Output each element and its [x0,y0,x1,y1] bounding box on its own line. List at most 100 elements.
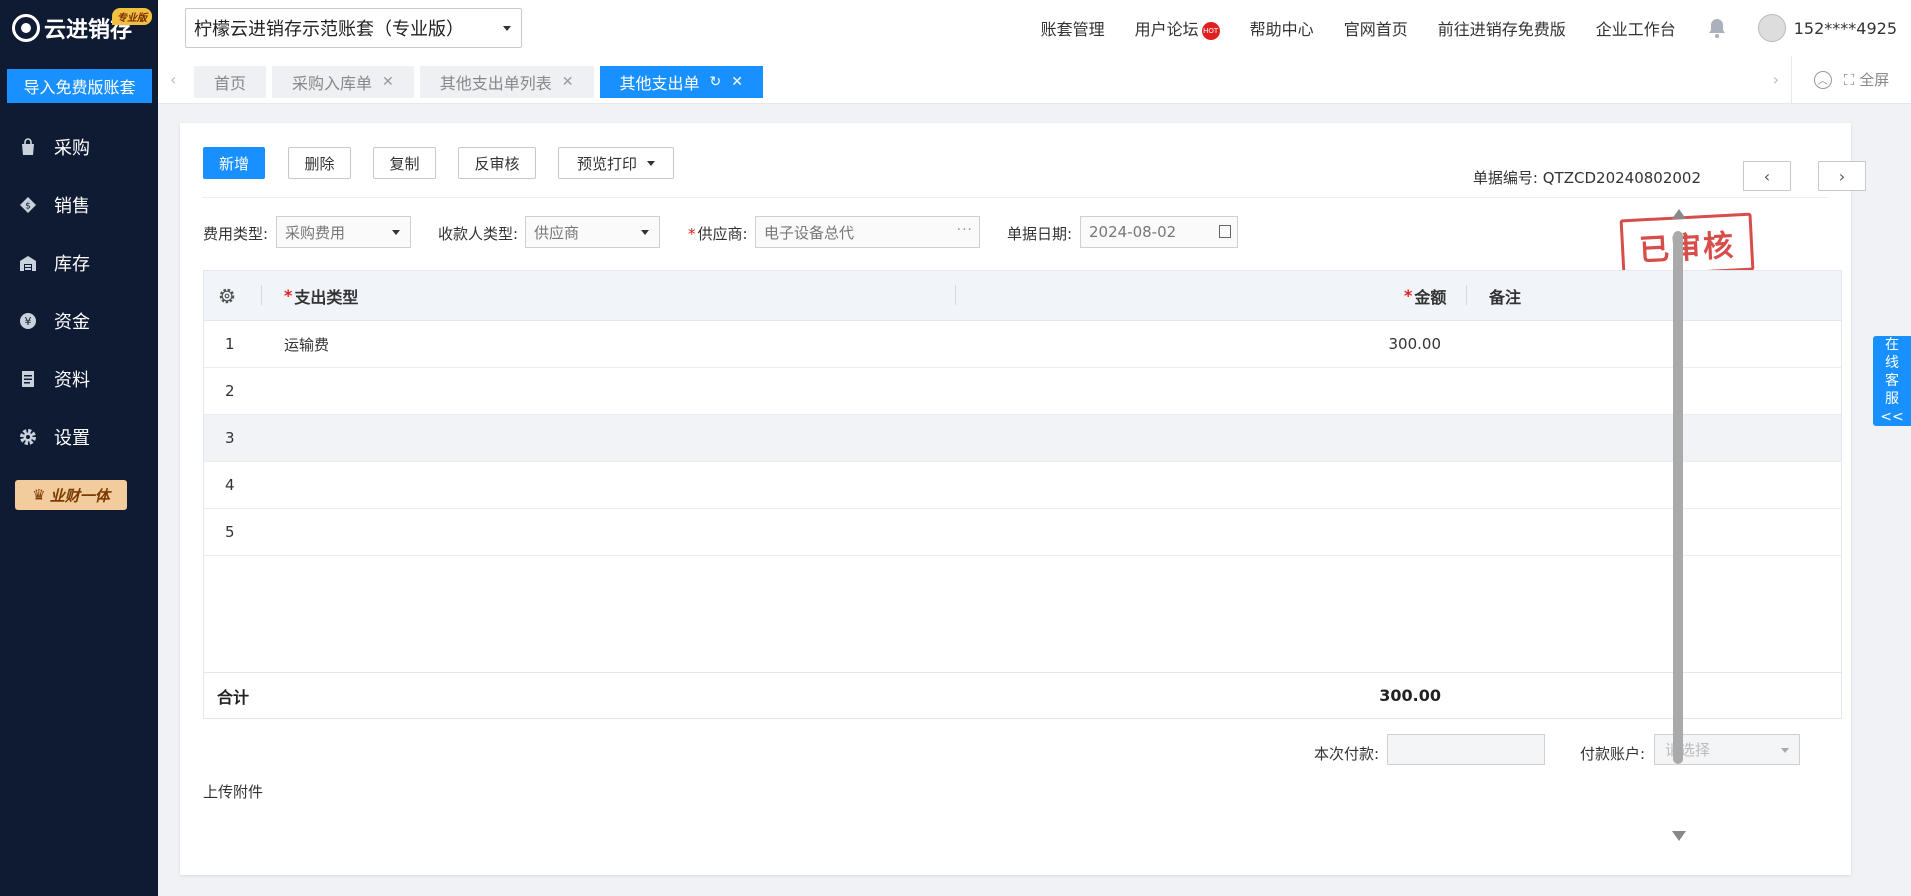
document-date-field[interactable]: 2024-08-02 [1080,216,1238,248]
online-service-char: 线 [1885,355,1899,371]
amount-cell[interactable]: 300.00 [1389,321,1442,367]
payment-account-label: 付款账户: [1580,745,1646,763]
online-service-char: << [1880,409,1904,425]
promo-label: 业财一体 [49,486,110,505]
online-service-button[interactable]: 在 线 客 服 << [1873,336,1911,426]
caret-down-icon [1781,748,1789,753]
close-icon[interactable]: ✕ [731,74,743,90]
close-icon[interactable]: ✕ [382,74,394,90]
supplier-field[interactable]: 电子设备总代 ··· [755,216,980,248]
expense-type-cell[interactable]: 运输费 [284,321,329,367]
tab-label: 首页 [214,74,247,93]
link-free-edition[interactable]: 前往进销存免费版 [1438,16,1566,40]
tab-bar: ‹ 首页 采购入库单 ✕ 其他支出单列表 ✕ 其他支出单 ↻ ✕ › ︿ ⛶ 全… [158,56,1911,104]
tabs-scroll-right-icon[interactable]: › [1773,70,1779,89]
sidebar-item-label: 资金 [54,312,90,333]
link-user-forum[interactable]: 用户论坛 HOT [1135,16,1220,40]
print-preview-button[interactable]: 预览打印 [558,147,674,179]
sidebar: 云进销存 专业版 导入免费版账套 采购 $ 销售 库存 ¥ 资金 资料 设置 ♛… [0,0,158,896]
chevron-left-icon: ‹ [1763,166,1771,186]
refresh-icon[interactable]: ↻ [710,74,722,90]
top-links: 账套管理 用户论坛 HOT 帮助中心 官网首页 前往进销存免费版 企业工作台 15… [1041,0,1911,56]
new-button[interactable]: 新增 [203,147,265,179]
warehouse-icon [18,253,38,273]
table-row[interactable]: 4 [204,462,1841,509]
expense-grid: * 支出类型 * 金额 备注 1 运输费 300.00 2 3 4 5 合计 3… [203,270,1842,719]
caret-down-icon [392,230,400,235]
online-service-char: 在 [1885,337,1899,353]
copy-button[interactable]: 复制 [373,147,436,179]
table-row[interactable]: 3 [204,415,1841,462]
close-icon[interactable]: ✕ [562,74,574,90]
grid-total-row: 合计 300.00 [204,672,1841,718]
yuan-icon: ¥ [18,311,38,331]
avatar[interactable] [1757,14,1786,42]
document-number-label: 单据编号: [1472,169,1538,187]
column-separator [955,285,956,305]
total-amount: 300.00 [1379,686,1441,705]
scroll-up-icon[interactable] [1672,209,1686,219]
sidebar-item-sales[interactable]: $ 销售 [0,176,158,234]
expense-type-select[interactable]: 采购费用 [276,216,411,248]
link-help-center[interactable]: 帮助中心 [1250,16,1314,40]
payee-type-label: 收款人类型: [438,225,519,243]
sidebar-item-data[interactable]: 资料 [0,350,158,408]
link-enterprise-workbench[interactable]: 企业工作台 [1596,16,1676,40]
business-finance-promo-button[interactable]: ♛ 业财一体 [15,480,127,510]
more-icon[interactable]: ··· [957,222,973,238]
sidebar-item-label: 设置 [54,428,90,449]
tab-purchase-receipt[interactable]: 采购入库单 ✕ [272,66,414,98]
column-separator [261,285,262,305]
table-row[interactable]: 1 运输费 300.00 [204,321,1841,368]
total-label: 合计 [217,687,250,707]
import-free-account-button[interactable]: 导入免费版账套 [7,69,152,103]
payment-amount-input[interactable] [1387,734,1545,765]
delete-button[interactable]: 删除 [288,147,351,179]
upload-attachment-link[interactable]: 上传附件 [203,781,263,802]
supplier-label-text: 供应商: [697,225,748,243]
unaudit-button[interactable]: 反审核 [458,147,536,179]
payment-amount-label: 本次付款: [1314,745,1380,763]
payee-type-select[interactable]: 供应商 [525,216,660,248]
sidebar-item-label: 采购 [54,138,90,159]
table-row[interactable]: 5 [204,509,1841,556]
fullscreen-label[interactable]: 全屏 [1859,69,1889,90]
vertical-scrollbar[interactable] [1672,209,1686,841]
bell-icon[interactable] [1706,17,1728,39]
user-phone[interactable]: 152****4925 [1794,19,1897,38]
document-card: 新增 删除 复制 反审核 预览打印 单据编号: QTZCD20240802002… [180,123,1866,875]
tab-home[interactable]: 首页 [194,66,267,98]
column-header-label: 支出类型 [294,287,359,307]
required-mark: * [1404,286,1413,305]
svg-text:$: $ [25,202,31,212]
tab-other-expense[interactable]: 其他支出单 ↻ ✕ [599,66,763,98]
sidebar-nav: 采购 $ 销售 库存 ¥ 资金 资料 设置 [0,118,158,466]
sidebar-item-inventory[interactable]: 库存 [0,234,158,292]
money-tag-icon: $ [18,195,38,215]
document-number: 单据编号: QTZCD20240802002 [1473,167,1701,188]
sidebar-item-settings[interactable]: 设置 [0,408,158,466]
previous-document-button[interactable]: ‹ [1743,161,1791,191]
link-account-management[interactable]: 账套管理 [1041,16,1105,40]
next-document-button[interactable]: › [1818,161,1866,191]
sidebar-item-purchase[interactable]: 采购 [0,118,158,176]
link-official-site[interactable]: 官网首页 [1344,16,1408,40]
gear-icon[interactable] [218,271,238,320]
tab-other-expense-list[interactable]: 其他支出单列表 ✕ [419,66,594,98]
edition-badge: 专业版 [112,8,152,25]
top-header: 柠檬云进销存示范账套（专业版） 账套管理 用户论坛 HOT 帮助中心 官网首页 前… [158,0,1911,56]
scrollbar-thumb[interactable] [1673,231,1683,764]
account-selector[interactable]: 柠檬云进销存示范账套（专业版） [185,8,522,48]
column-header-amount: * 金额 [1404,271,1446,320]
column-header-expense-type: * 支出类型 [284,271,358,320]
table-row[interactable]: 2 [204,368,1841,415]
collapse-up-icon[interactable]: ︿ [1813,70,1832,89]
sidebar-item-label: 资料 [54,370,90,391]
tabs-scroll-left-icon[interactable]: ‹ [170,70,176,89]
row-number: 1 [225,335,235,353]
sidebar-item-funds[interactable]: ¥ 资金 [0,292,158,350]
fullscreen-icon[interactable]: ⛶ [1844,71,1855,89]
supplier-label: * 供应商: [688,223,748,244]
brand-logo[interactable]: 云进销存 专业版 [0,0,158,56]
scroll-down-icon[interactable] [1672,831,1686,841]
